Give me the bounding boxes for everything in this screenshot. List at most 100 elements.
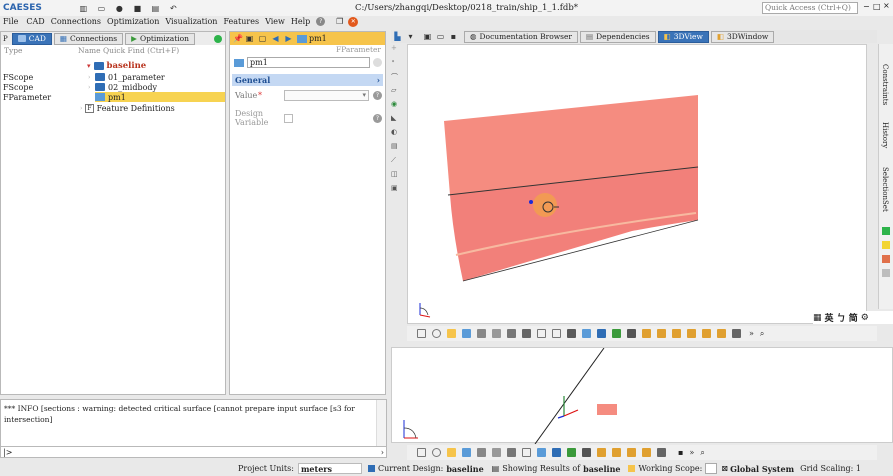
system-value[interactable]: Global System [730, 464, 794, 474]
view-back-icon[interactable] [642, 448, 651, 457]
quick-access-search[interactable]: Quick Access (Ctrl+Q) [762, 2, 858, 14]
tab-dependencies[interactable]: ▤ Dependencies [580, 30, 656, 43]
menu-view[interactable]: View [265, 17, 285, 26]
forward-icon[interactable]: ▶ [282, 32, 295, 45]
edge-mode-icon[interactable] [477, 448, 486, 457]
design-value[interactable]: baseline [446, 464, 483, 474]
record-icon[interactable]: ● [113, 2, 126, 15]
ime-settings-icon[interactable]: ⚙ [861, 313, 869, 323]
point-mode-icon[interactable] [462, 448, 471, 457]
surface-icon[interactable]: ▱ [391, 86, 405, 100]
bars-icon[interactable]: ▥ [77, 2, 90, 15]
close-icon[interactable]: × [883, 1, 890, 10]
solid-mode-icon[interactable] [507, 329, 516, 338]
expand-arrow-icon[interactable]: › [88, 84, 95, 91]
scope-box[interactable] [705, 463, 718, 474]
screen-icon[interactable]: ▭ [434, 30, 447, 43]
face-mode-icon[interactable] [492, 448, 501, 457]
lock-icon[interactable] [567, 448, 576, 457]
menu-visualization[interactable]: Visualization [165, 17, 217, 26]
export-icon[interactable]: ▣ [391, 184, 405, 198]
more-icon[interactable]: » [689, 448, 694, 457]
open-icon[interactable]: ▭ [95, 2, 108, 15]
value-input[interactable]: ▾ [284, 90, 369, 101]
tab-cad[interactable]: CAD [11, 32, 52, 45]
units-select[interactable]: meters [297, 463, 362, 474]
menu-help[interactable]: Help [291, 17, 310, 26]
tab-optimization[interactable]: ▶ Optimization [125, 32, 195, 45]
side-tab-selection-set[interactable]: SelectionSet [881, 167, 889, 217]
chevron-right-icon[interactable]: › [381, 448, 384, 457]
menu-optimization[interactable]: Optimization [107, 17, 159, 26]
shade-icon[interactable] [567, 329, 576, 338]
mesh-mode-icon[interactable] [522, 329, 531, 338]
fillet-icon[interactable]: ◐ [391, 128, 405, 142]
expand-arrow-icon[interactable]: ▾ [87, 62, 91, 70]
view-side-icon[interactable] [612, 448, 621, 457]
results-value[interactable]: baseline [583, 464, 620, 474]
view-menu-icon[interactable]: ▾ [404, 30, 417, 43]
face-mode-icon[interactable] [492, 329, 501, 338]
panel-lock-icon[interactable]: P [3, 35, 8, 43]
clip-icon[interactable] [657, 448, 666, 457]
measure-icon[interactable]: ⟋ [391, 156, 405, 170]
view-iso-icon[interactable] [672, 329, 681, 338]
fit-icon[interactable] [417, 329, 426, 338]
view-iso-icon[interactable] [627, 448, 636, 457]
zoom-icon[interactable]: ⌕ [760, 329, 764, 339]
stop-run-icon[interactable]: ✕ [348, 16, 359, 27]
view-back-icon[interactable] [687, 329, 696, 338]
section-icon[interactable]: ▤ [391, 142, 405, 156]
help-icon[interactable]: ? [373, 91, 382, 100]
dropdown-icon[interactable]: ▾ [362, 91, 366, 99]
point-mode-icon[interactable] [462, 329, 471, 338]
tab-documentation-browser[interactable]: ◍ Documentation Browser [464, 30, 579, 43]
minimize-icon[interactable]: − [863, 2, 870, 11]
ime-toolbar[interactable]: ▦ 英 ㄅ 简 ⚙ [813, 311, 893, 324]
grid-icon[interactable] [537, 329, 546, 338]
side-tab-constraints[interactable]: Constraints [881, 64, 889, 112]
layout-icon[interactable]: ▙ [391, 30, 404, 43]
expand-arrow-icon[interactable]: › [88, 74, 95, 81]
offset-icon[interactable]: ◉ [391, 100, 405, 114]
view-front-icon[interactable] [582, 448, 591, 457]
settings-icon[interactable]: ▤ [149, 2, 162, 15]
expand-arrow-icon[interactable]: › [80, 105, 82, 112]
select-icon[interactable] [447, 448, 456, 457]
ship-thumbnail[interactable] [597, 404, 617, 415]
menu-file[interactable]: File [3, 17, 18, 26]
point-icon[interactable]: • [391, 58, 405, 72]
help-icon[interactable]: ? [373, 113, 382, 123]
camera-icon[interactable]: ▪ [678, 448, 683, 457]
name-input[interactable]: pm1 [247, 57, 370, 68]
zoom-icon[interactable]: ⌕ [700, 448, 704, 458]
select-icon[interactable] [447, 329, 456, 338]
tab-3dview[interactable]: ◧ 3DView [657, 30, 709, 43]
save-icon[interactable]: ▣ [243, 32, 256, 45]
section-general[interactable]: General › [232, 74, 383, 86]
tree-row[interactable]: FScope › 01_parameter [1, 72, 225, 82]
view-bottom-icon[interactable] [702, 329, 711, 338]
fit-icon[interactable] [417, 448, 426, 457]
3d-viewport[interactable] [407, 44, 867, 324]
orbit-icon[interactable] [432, 448, 441, 457]
ship-surface-render[interactable] [408, 45, 868, 325]
scene-icon[interactable]: ▣ [421, 30, 434, 43]
design-variable-checkbox[interactable] [284, 113, 293, 123]
lock-icon[interactable] [612, 329, 621, 338]
view-top-icon[interactable] [597, 448, 606, 457]
light-icon[interactable] [537, 448, 546, 457]
console-input[interactable]: |> › [0, 446, 387, 458]
info-icon[interactable] [597, 329, 606, 338]
view-front-icon[interactable] [627, 329, 636, 338]
view-top-icon[interactable] [642, 329, 651, 338]
side-tab-history[interactable]: History [881, 122, 889, 157]
tab-connections[interactable]: ▦ Connections [53, 32, 124, 45]
plus-icon[interactable]: + [391, 44, 405, 58]
feature-definitions-row[interactable]: › F Feature Definitions [1, 102, 225, 114]
axes-icon[interactable] [552, 329, 561, 338]
grid-icon[interactable] [522, 448, 531, 457]
solid-icon[interactable]: ◫ [391, 170, 405, 184]
info-icon[interactable] [552, 448, 561, 457]
menu-cad[interactable]: CAD [26, 17, 44, 26]
